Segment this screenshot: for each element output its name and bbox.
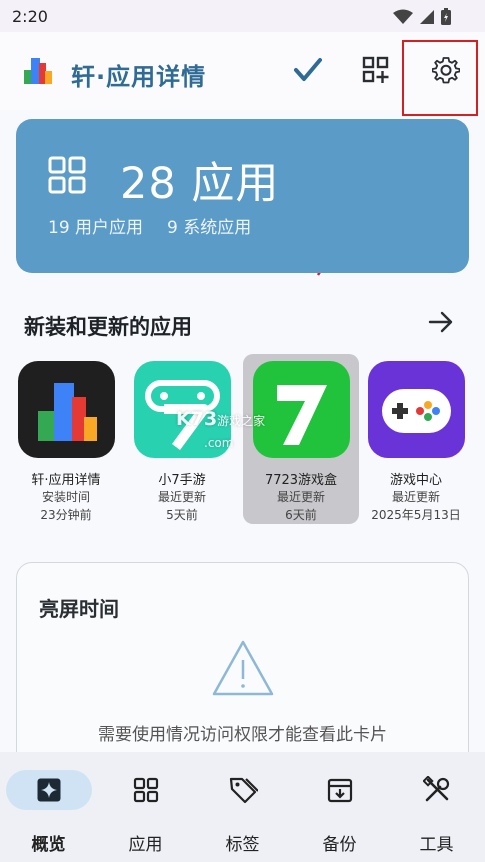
recent-app-time: 23分钟前 xyxy=(40,508,92,522)
nav-tags[interactable]: 标签 xyxy=(194,770,291,855)
apps-summary-card[interactable]: 28 应用 19 用户应用 9 系统应用 xyxy=(16,119,469,273)
nav-label: 标签 xyxy=(225,835,260,855)
check-button[interactable] xyxy=(290,52,326,88)
screen-time-title: 亮屏时间 xyxy=(39,597,119,621)
watermark-sub: 游戏之家 xyxy=(217,414,266,428)
apps-count: 28 应用 xyxy=(120,159,280,209)
tools-icon xyxy=(422,776,449,802)
arrow-right-icon[interactable] xyxy=(428,309,454,335)
app-logo-icon xyxy=(24,58,52,84)
recent-app-name: 7723游戏盒 xyxy=(264,473,338,488)
nav-overview[interactable]: 概览 xyxy=(0,770,97,855)
wifi-icon xyxy=(393,9,413,24)
bottom-navigation: 概览 应用 标签 备份 工具 xyxy=(0,752,485,862)
watermark: K73游戏之家 .com xyxy=(176,408,265,452)
watermark-main: K73 xyxy=(176,408,218,430)
recent-app-time: 6天前 xyxy=(285,508,317,522)
nav-apps[interactable]: 应用 xyxy=(97,770,194,855)
recent-apps-title: 新装和更新的应用 xyxy=(24,315,192,339)
nav-label: 应用 xyxy=(128,835,163,855)
recent-app-name: 小7手游 xyxy=(158,473,206,488)
sparkle-icon xyxy=(37,778,60,802)
check-icon xyxy=(294,58,322,81)
recent-app-name: 轩·应用详情 xyxy=(31,473,101,488)
recent-app-item-partial[interactable] xyxy=(476,354,485,524)
recent-app-time: 2025年5月13日 xyxy=(371,508,461,522)
recent-app-status: 最近更新 xyxy=(391,490,440,504)
apps-grid-icon xyxy=(133,777,158,803)
app-details-icon xyxy=(18,361,115,458)
nav-tools[interactable]: 工具 xyxy=(388,770,485,855)
recent-app-status: 安装时间 xyxy=(41,490,90,504)
recent-app-item[interactable]: 轩·应用详情 安装时间 23分钟前 xyxy=(8,354,124,524)
7723-app-icon xyxy=(253,361,350,458)
status-time: 2:20 xyxy=(12,7,48,26)
status-bar: 2:20 xyxy=(0,0,485,32)
annotation-highlight-box xyxy=(402,40,478,116)
page-title: 轩·应用详情 xyxy=(71,63,207,91)
recent-app-name: 游戏中心 xyxy=(389,473,442,488)
apps-breakdown: 19 用户应用 9 系统应用 xyxy=(48,213,251,238)
recent-app-time: 5天前 xyxy=(166,508,198,522)
permission-message: 需要使用情况访问权限才能查看此卡片 xyxy=(98,725,387,745)
recent-app-item[interactable]: 游戏中心 最近更新 2025年5月13日 xyxy=(358,354,474,524)
nav-label: 概览 xyxy=(31,835,66,855)
status-icons xyxy=(393,8,451,25)
recent-app-status: 最近更新 xyxy=(157,490,206,504)
warning-icon xyxy=(212,640,274,696)
system-apps-count: 9 系统应用 xyxy=(167,218,252,238)
signal-icon xyxy=(420,9,434,24)
watermark-domain: .com xyxy=(204,436,234,450)
apps-grid-icon xyxy=(48,156,86,194)
nav-backup[interactable]: 备份 xyxy=(291,770,388,855)
user-apps-count: 19 用户应用 xyxy=(48,218,144,238)
archive-icon xyxy=(327,778,352,803)
grid-add-icon xyxy=(362,56,389,83)
nav-label: 备份 xyxy=(322,835,357,855)
tag-icon xyxy=(229,777,258,804)
game-center-app-icon xyxy=(368,361,465,458)
battery-icon xyxy=(441,8,451,25)
recent-app-status: 最近更新 xyxy=(276,490,325,504)
add-widget-button[interactable] xyxy=(358,52,394,88)
nav-label: 工具 xyxy=(419,835,454,855)
